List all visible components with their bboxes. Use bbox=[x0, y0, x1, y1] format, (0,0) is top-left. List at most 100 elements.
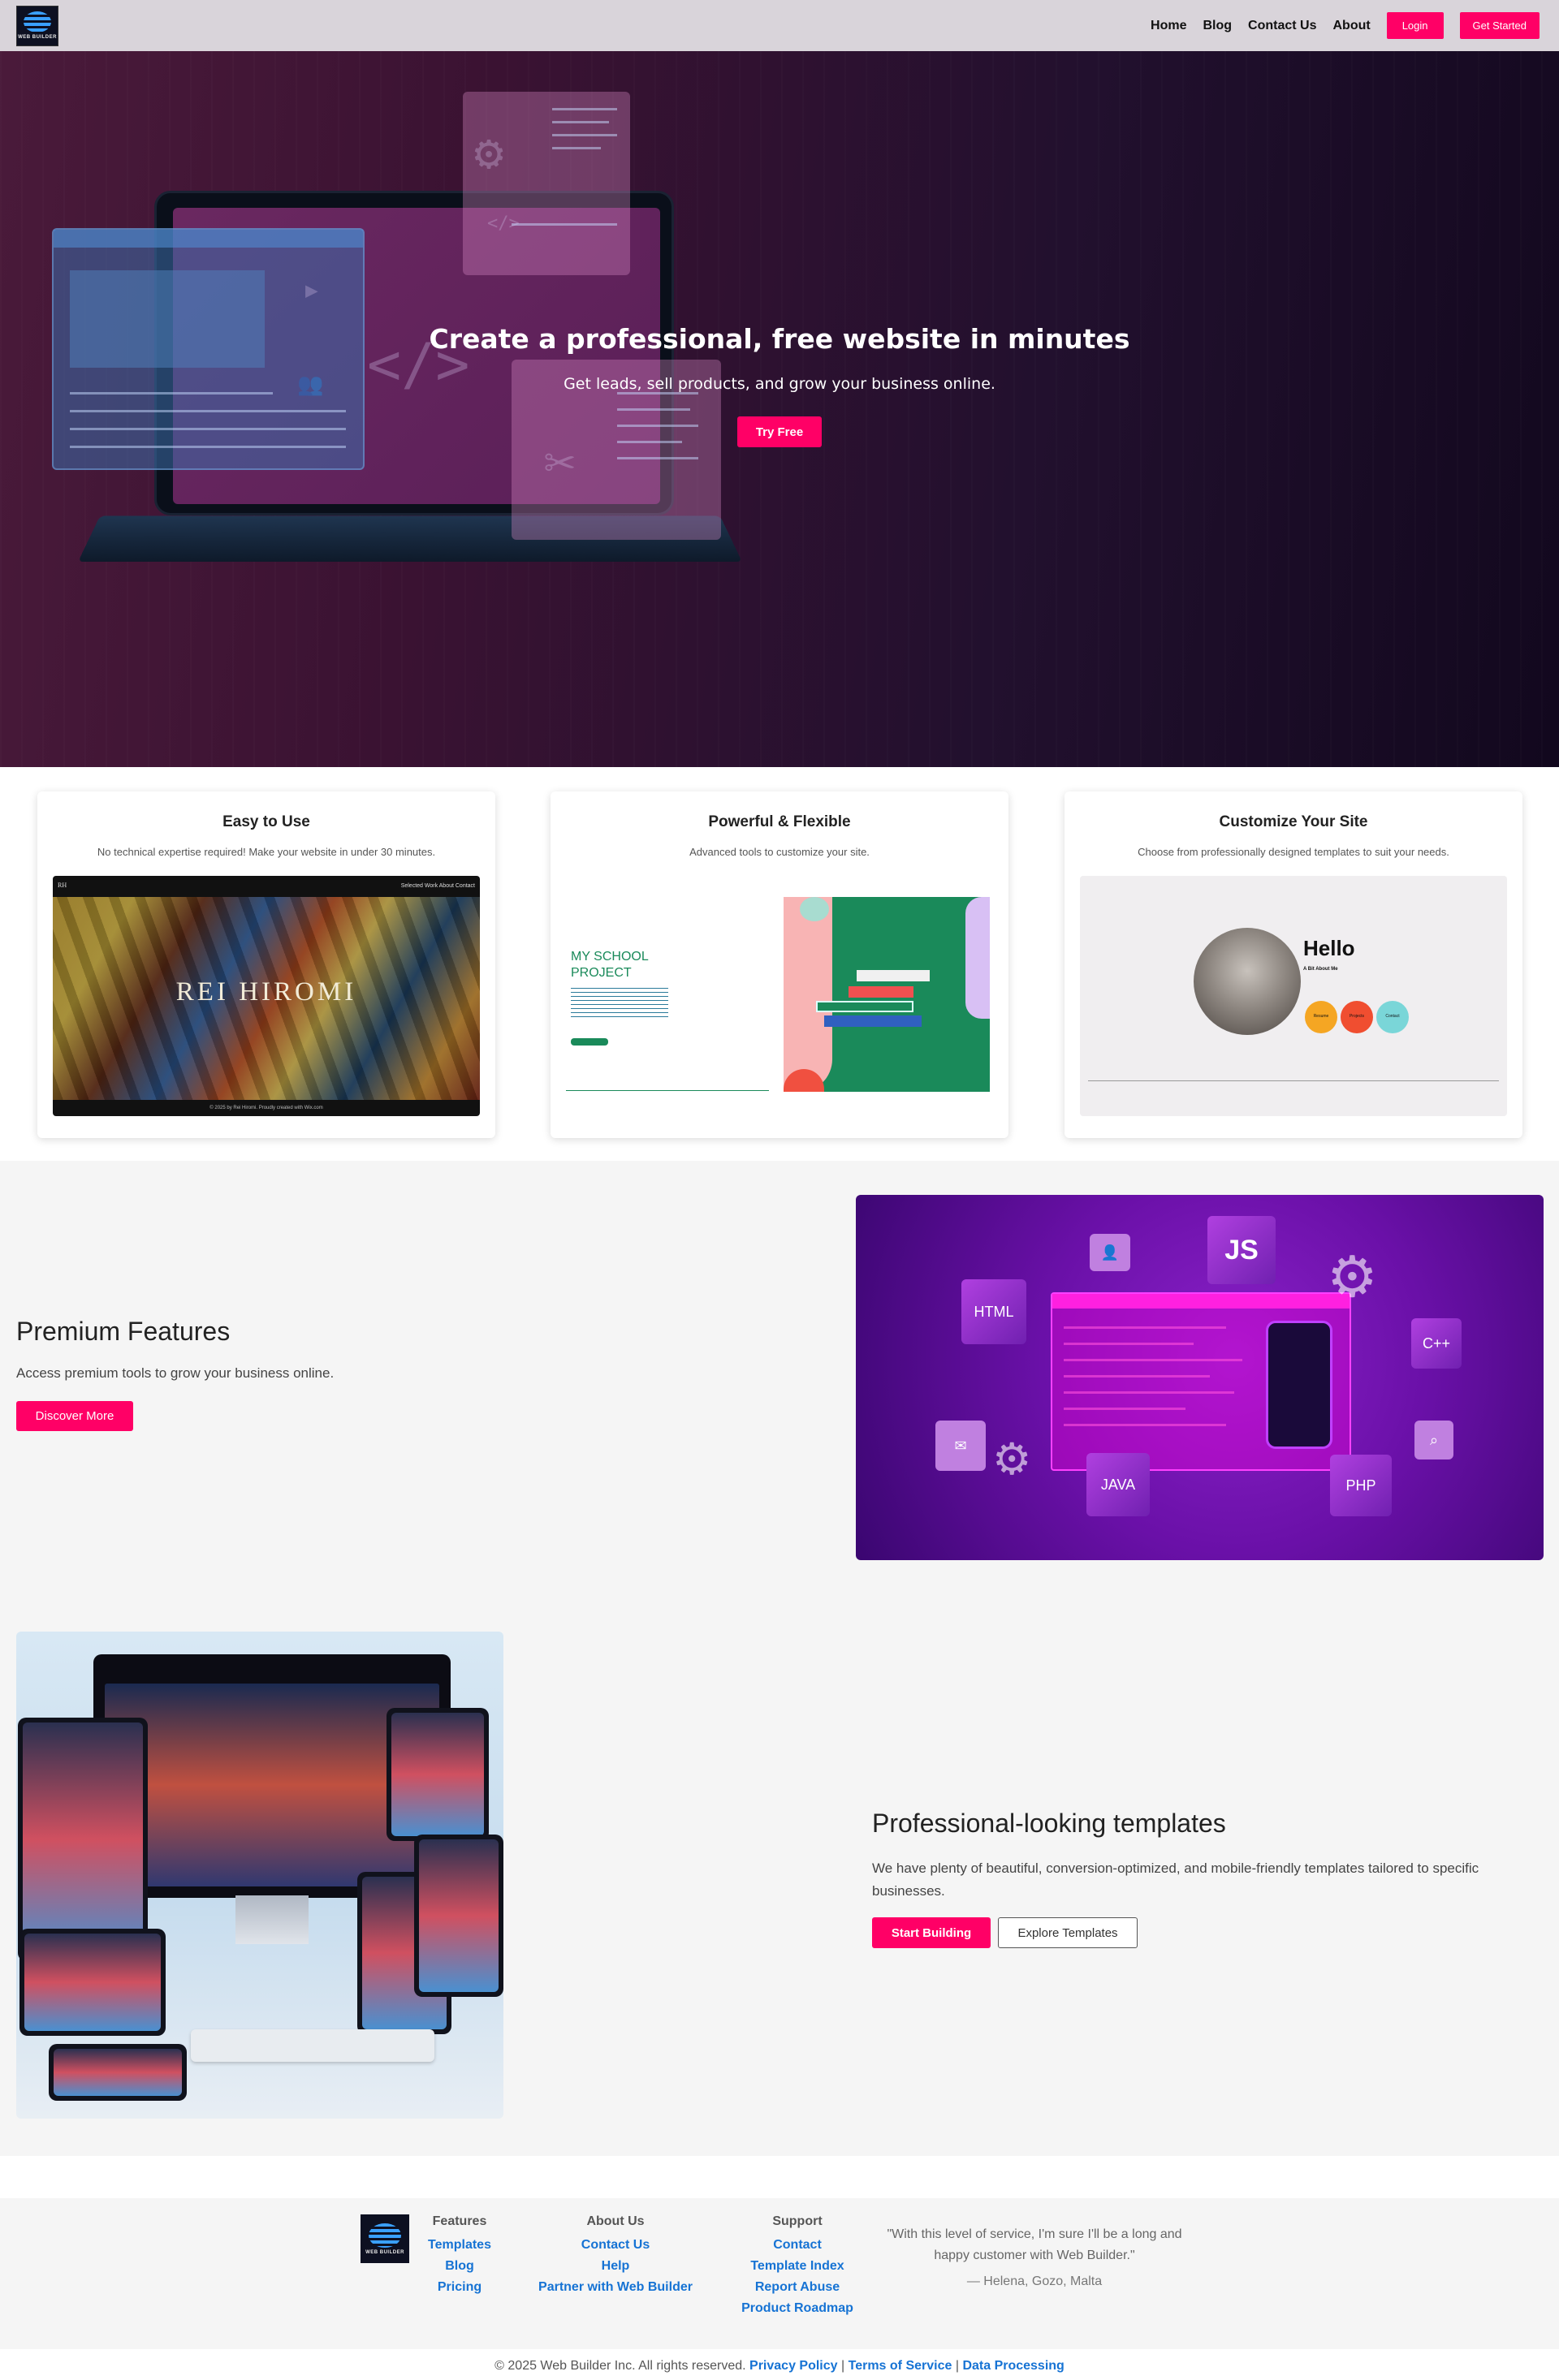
school-cta-button bbox=[571, 1038, 608, 1046]
legal-separator: | bbox=[955, 2359, 959, 2373]
footer-column-support: Support Contact Template Index Report Ab… bbox=[726, 2214, 869, 2319]
feature-card-easy: Easy to Use No technical expertise requi… bbox=[37, 791, 495, 1138]
js-tile: JS bbox=[1207, 1216, 1276, 1284]
footer: WEB BUILDER Features Templates Blog Pric… bbox=[0, 2198, 1559, 2349]
monitor-stand bbox=[235, 1895, 309, 1944]
devices-template-illustration bbox=[16, 1632, 503, 2119]
premium-section: Premium Features Access premium tools to… bbox=[0, 1161, 1559, 1599]
gear-icon: ⚙ bbox=[992, 1435, 1032, 1484]
footer-link-help[interactable]: Help bbox=[521, 2256, 710, 2277]
school-template-preview[interactable]: MY SCHOOL PROJECT bbox=[566, 876, 993, 1116]
premium-subtitle: Access premium tools to grow your busine… bbox=[16, 1365, 335, 1381]
user-icon: 👤 bbox=[1090, 1234, 1130, 1271]
card-description: Choose from professionally designed temp… bbox=[1138, 846, 1449, 858]
projects-button: Projects bbox=[1341, 1001, 1373, 1033]
card-description: No technical expertise required! Make yo… bbox=[97, 846, 436, 858]
school-heading-line2: PROJECT bbox=[571, 966, 632, 980]
artist-name: REI HIROMI bbox=[175, 977, 357, 1007]
mail-icon: ✉ bbox=[935, 1421, 986, 1471]
footer-link-report-abuse[interactable]: Report Abuse bbox=[726, 2277, 869, 2298]
features-section: Easy to Use No technical expertise requi… bbox=[0, 767, 1559, 1161]
feature-card-customize: Customize Your Site Choose from professi… bbox=[1065, 791, 1522, 1138]
testimonial-author: — Helena, Gozo, Malta bbox=[966, 2274, 1103, 2288]
profile-template-preview[interactable]: Hello A Bit About Me Resume Projects Con… bbox=[1080, 876, 1507, 1116]
footer-heading: About Us bbox=[586, 2214, 645, 2228]
tablet-illustration bbox=[49, 2044, 187, 2101]
hero-section: ⚙ </> ▶ 👥 </> ✂ Create a professional, f… bbox=[0, 51, 1559, 767]
templates-title: Professional-looking templates bbox=[872, 1809, 1226, 1838]
logo-text: WEB BUILDER bbox=[365, 2249, 404, 2255]
legal-separator: | bbox=[841, 2359, 845, 2373]
profile-subheading: A Bit About Me bbox=[1303, 967, 1338, 972]
footer-link-pricing[interactable]: Pricing bbox=[419, 2277, 500, 2298]
privacy-policy-link[interactable]: Privacy Policy bbox=[749, 2359, 838, 2373]
profile-greeting: Hello bbox=[1303, 936, 1355, 960]
explore-templates-button[interactable]: Explore Templates bbox=[998, 1917, 1138, 1948]
footer-link-template-index[interactable]: Template Index bbox=[726, 2256, 869, 2277]
templates-subtitle: We have plenty of beautiful, conversion-… bbox=[872, 1860, 1479, 1899]
card-title: Easy to Use bbox=[222, 813, 310, 830]
school-illustration bbox=[784, 897, 990, 1092]
preview-footer: © 2025 by Rei Hiromi. Proudly created wi… bbox=[209, 1106, 323, 1110]
preview-brand: RH bbox=[58, 882, 67, 889]
copyright-text: © 2025 Web Builder Inc. All rights reser… bbox=[494, 2359, 746, 2373]
artist-template-preview[interactable]: RH Selected Work About Contact REI HIROM… bbox=[53, 876, 480, 1116]
login-button[interactable]: Login bbox=[1386, 12, 1444, 39]
school-heading-line1: MY SCHOOL bbox=[571, 950, 649, 964]
school-heading: MY SCHOOL PROJECT bbox=[571, 949, 649, 981]
try-free-button[interactable]: Try Free bbox=[737, 416, 822, 447]
top-navbar: WEB BUILDER Home Blog Contact Us About L… bbox=[0, 0, 1559, 51]
php-tile: PHP bbox=[1330, 1455, 1392, 1516]
get-started-button[interactable]: Get Started bbox=[1459, 12, 1540, 39]
logo-text: WEB BUILDER bbox=[18, 35, 57, 40]
data-processing-link[interactable]: Data Processing bbox=[962, 2359, 1064, 2373]
settings-panel-illustration: ⚙ </> bbox=[463, 92, 630, 275]
footer-heading: Features bbox=[432, 2214, 487, 2228]
card-description: Advanced tools to customize your site. bbox=[689, 846, 870, 858]
hero-subtitle: Get leads, sell products, and grow your … bbox=[564, 375, 995, 393]
coding-illustration: JS HTML C++ JAVA PHP 👤 ✉ ⌕ ⚙ ⚙ bbox=[856, 1195, 1544, 1560]
start-building-button[interactable]: Start Building bbox=[872, 1917, 991, 1948]
premium-title: Premium Features bbox=[16, 1317, 231, 1346]
nav-about-link[interactable]: About bbox=[1333, 19, 1371, 33]
tablet-illustration bbox=[18, 1718, 148, 1961]
footer-heading: Support bbox=[772, 2214, 823, 2228]
footer-logo[interactable]: WEB BUILDER bbox=[361, 2214, 409, 2263]
resume-button: Resume bbox=[1305, 1001, 1337, 1033]
nav-blog-link[interactable]: Blog bbox=[1203, 19, 1233, 33]
logo-globe-icon bbox=[24, 11, 51, 32]
footer-link-templates[interactable]: Templates bbox=[419, 2235, 500, 2256]
play-icon: ▶ bbox=[305, 278, 318, 303]
cpp-tile: C++ bbox=[1411, 1318, 1462, 1369]
gear-icon: ⚙ bbox=[1327, 1245, 1378, 1309]
preview-menu: Selected Work About Contact bbox=[400, 883, 475, 889]
phone-illustration bbox=[414, 1835, 503, 1997]
footer-column-about: About Us Contact Us Help Partner with We… bbox=[521, 2214, 710, 2298]
school-body-text bbox=[571, 988, 668, 1020]
terms-of-service-link[interactable]: Terms of Service bbox=[849, 2359, 952, 2373]
editor-bar bbox=[1052, 1294, 1350, 1309]
nav-home-link[interactable]: Home bbox=[1151, 19, 1186, 33]
divider bbox=[566, 1090, 769, 1091]
profile-photo bbox=[1194, 928, 1301, 1035]
web-builder-logo[interactable]: WEB BUILDER bbox=[16, 5, 58, 46]
browser-window-bar bbox=[54, 230, 363, 248]
footer-link-blog[interactable]: Blog bbox=[419, 2256, 500, 2277]
discover-more-button[interactable]: Discover More bbox=[16, 1401, 133, 1431]
footer-link-contact-us[interactable]: Contact Us bbox=[521, 2235, 710, 2256]
tablet-illustration bbox=[387, 1708, 489, 1841]
java-tile: JAVA bbox=[1086, 1453, 1150, 1516]
footer-link-roadmap[interactable]: Product Roadmap bbox=[726, 2298, 869, 2319]
gear-icon: ⚙ bbox=[474, 124, 504, 181]
divider bbox=[1088, 1080, 1499, 1081]
testimonial-quote: "With this level of service, I'm sure I'… bbox=[887, 2227, 1182, 2262]
footer-link-partner[interactable]: Partner with Web Builder bbox=[521, 2277, 710, 2298]
keyboard-illustration bbox=[191, 2029, 434, 2062]
templates-section: Professional-looking templates We have p… bbox=[0, 1599, 1559, 2156]
section-spacer bbox=[0, 2156, 1559, 2198]
nav-contact-link[interactable]: Contact Us bbox=[1248, 19, 1316, 33]
copyright-bar: © 2025 Web Builder Inc. All rights reser… bbox=[0, 2359, 1559, 2374]
footer-link-contact[interactable]: Contact bbox=[726, 2235, 869, 2256]
contact-button: Contact bbox=[1376, 1001, 1409, 1033]
logo-globe-icon bbox=[369, 2223, 401, 2248]
